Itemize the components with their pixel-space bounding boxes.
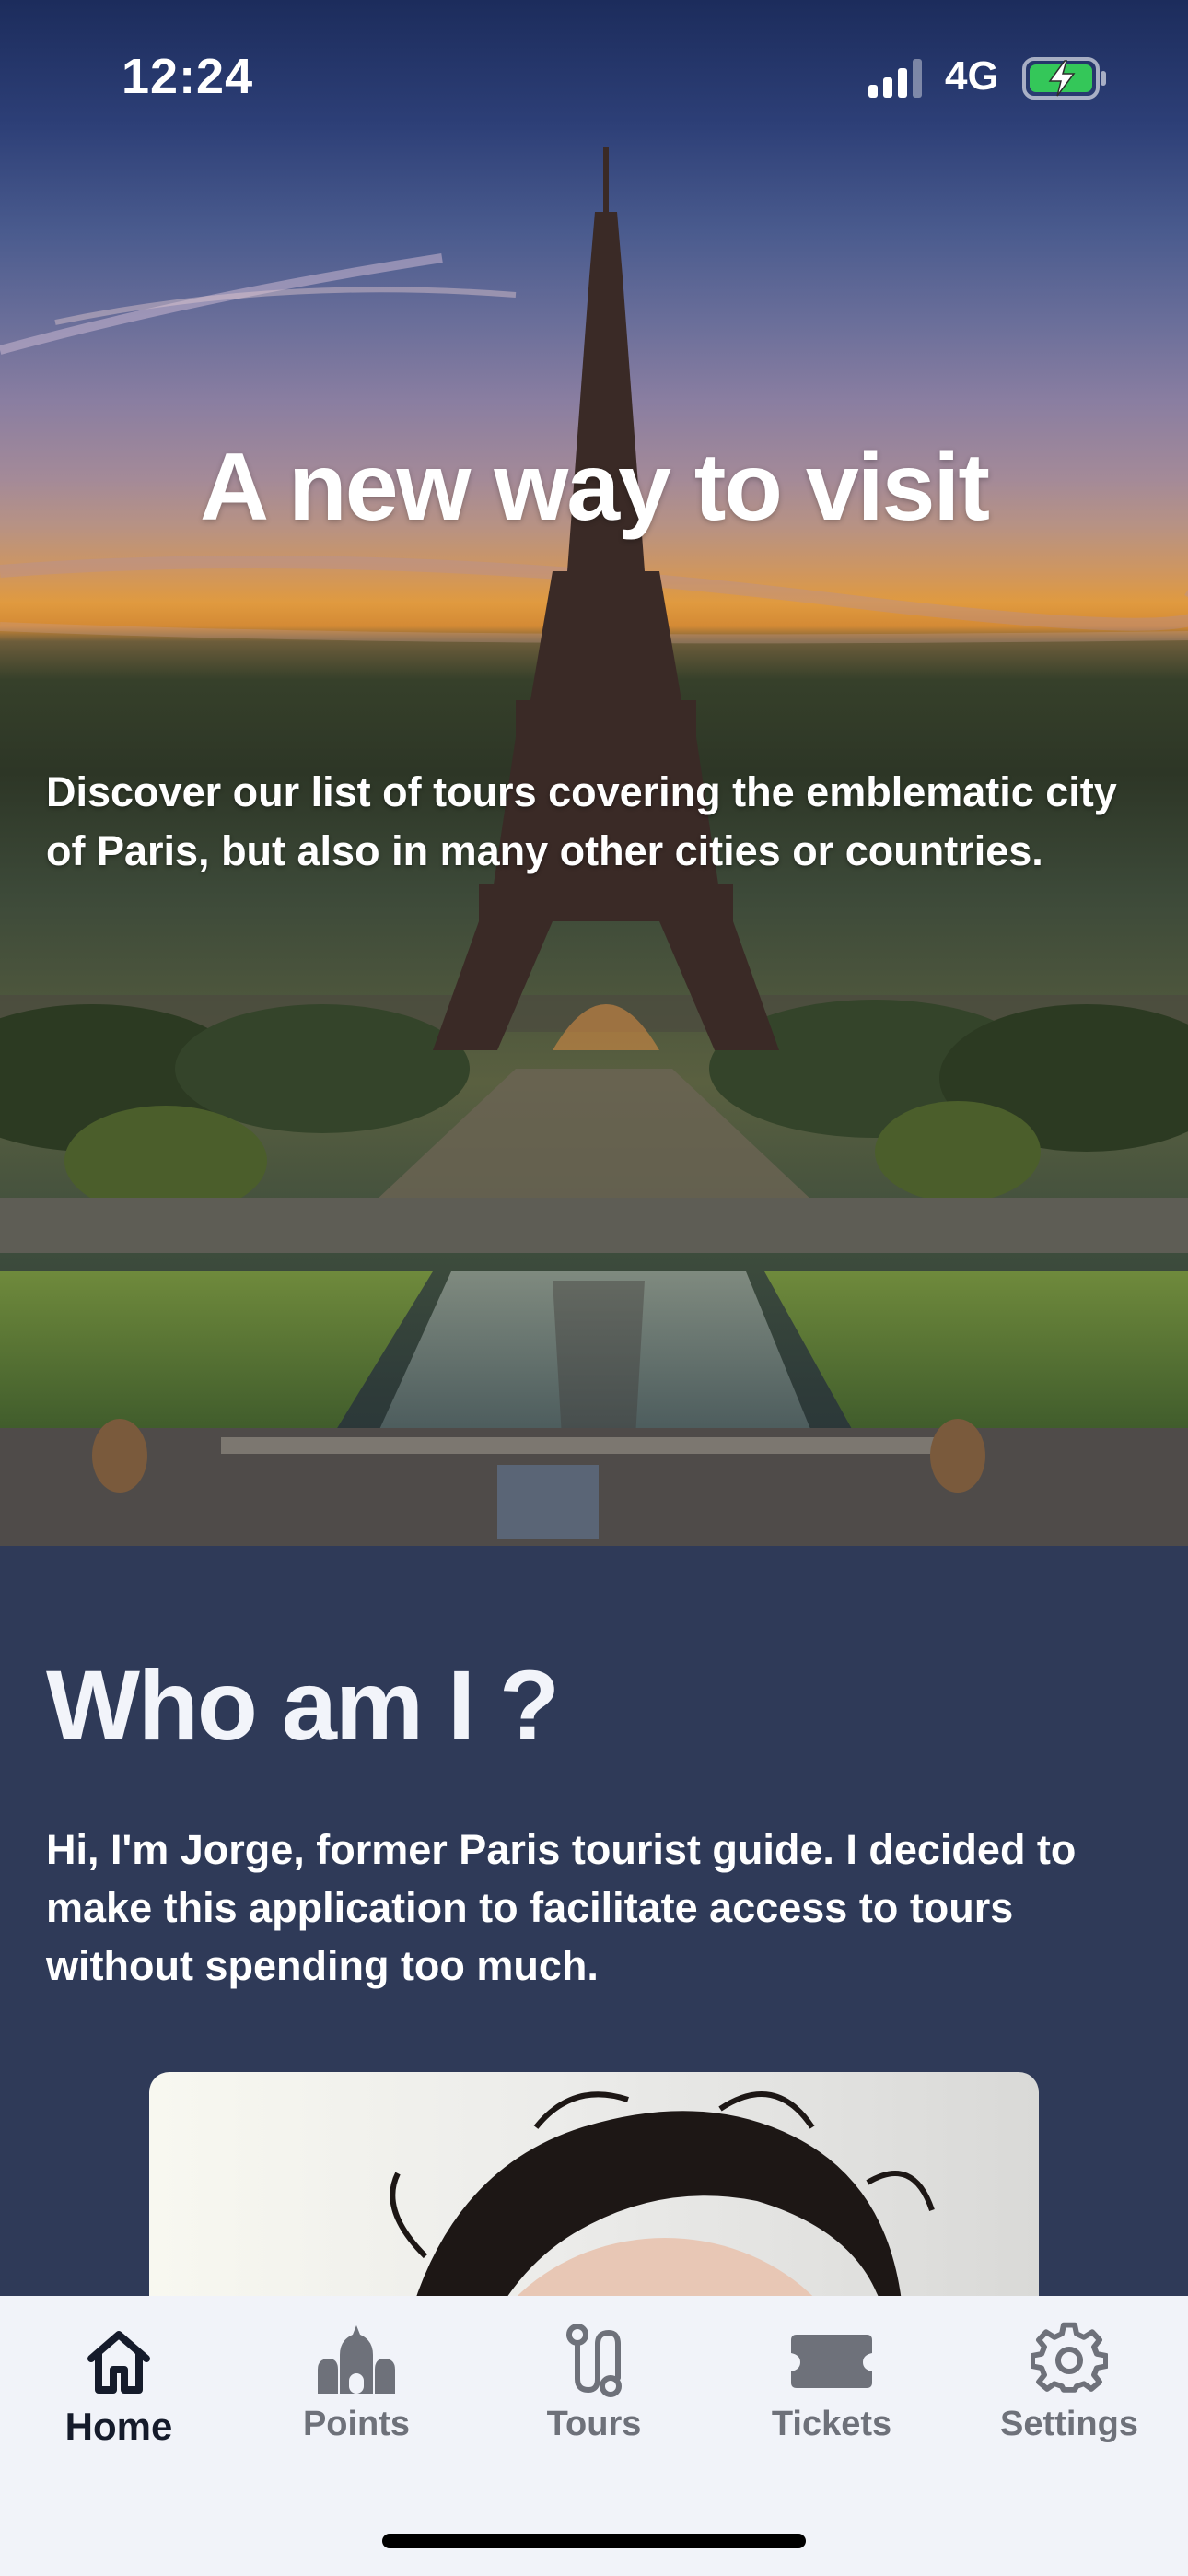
ticket-icon (791, 2335, 872, 2388)
about-title: Who am I ? (46, 1649, 560, 1761)
tab-tours-label: Tours (546, 2405, 642, 2443)
tab-home[interactable]: Home (0, 2322, 238, 2506)
tab-tours[interactable]: Tours (475, 2322, 713, 2506)
home-icon (87, 2331, 150, 2394)
tab-points-label: Points (302, 2405, 411, 2443)
tab-settings[interactable]: Settings (950, 2322, 1188, 2506)
tab-home-label: Home (64, 2405, 173, 2448)
tab-tickets-label: Tickets (771, 2405, 892, 2443)
gear-icon (1031, 2322, 1108, 2393)
hero-subtitle: Discover our list of tours covering the … (46, 768, 1117, 874)
status-bar: 12:24 4G (0, 0, 1188, 157)
about-text: Hi, I'm Jorge, former Paris tourist guid… (46, 1826, 1077, 1989)
landmark-icon (318, 2325, 395, 2394)
network-type: 4G (945, 53, 999, 99)
tab-settings-label: Settings (1000, 2405, 1138, 2443)
home-indicator[interactable] (382, 2534, 806, 2548)
status-time: 12:24 (122, 49, 254, 104)
hero-section: 12:24 4G A new way to visit Discover our… (0, 0, 1188, 1546)
tab-tickets[interactable]: Tickets (713, 2322, 950, 2506)
tab-points[interactable]: Points (238, 2322, 475, 2506)
hero-title: A new way to visit (200, 434, 990, 541)
route-icon (566, 2324, 622, 2397)
cellular-signal-icon (868, 59, 927, 104)
battery-charging-icon (1022, 55, 1109, 106)
